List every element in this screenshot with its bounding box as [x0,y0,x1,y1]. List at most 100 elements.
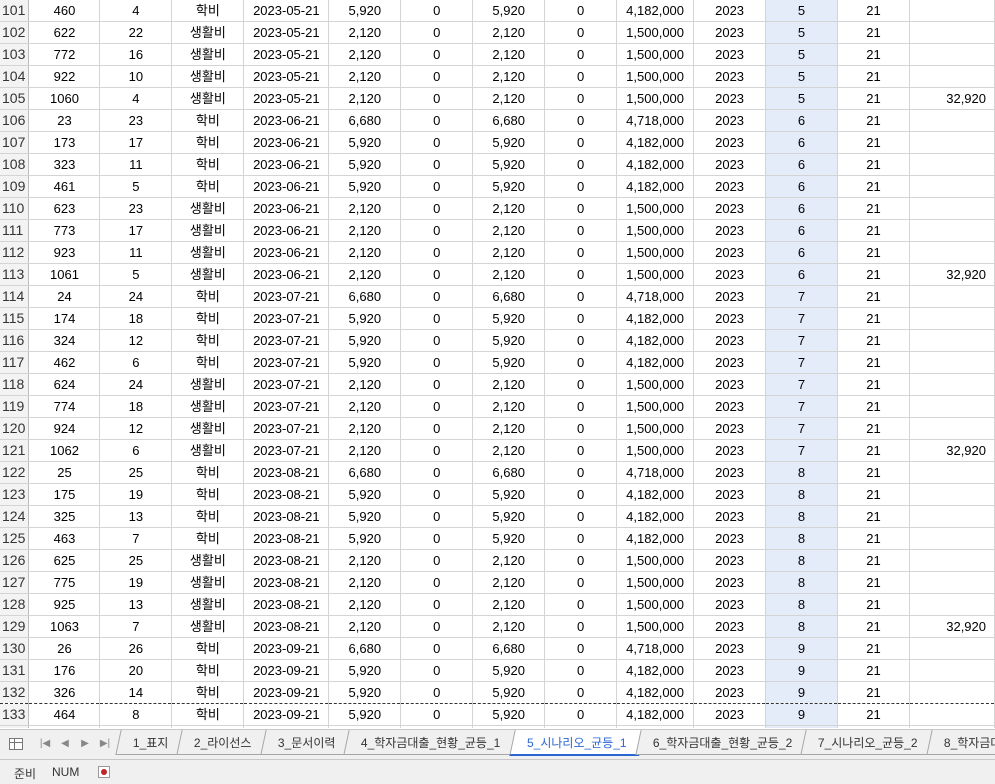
cell[interactable] [909,461,995,484]
cell[interactable] [837,725,910,728]
cell[interactable]: 학비 [171,131,245,154]
row-header[interactable]: 118 [0,373,30,396]
cell[interactable] [909,681,995,704]
cell[interactable]: 학비 [171,351,245,374]
cell[interactable]: 0 [400,593,474,616]
cell[interactable]: 2023 [693,461,767,484]
cell[interactable]: 326 [28,681,101,704]
cell[interactable]: 0 [400,395,474,418]
cell[interactable]: 0 [544,0,618,22]
cell[interactable]: 5,920 [328,175,402,198]
cell[interactable]: 2023 [693,417,767,440]
cell[interactable]: 2023-09-21 [243,659,330,682]
cell[interactable]: 8 [765,483,838,506]
sheet-tab[interactable]: 8_학자금대출_ [925,730,995,755]
cell[interactable]: 5,920 [328,659,402,682]
cell[interactable]: 1061 [28,263,101,286]
cell[interactable]: 9 [765,703,838,726]
cell[interactable]: 7 [765,285,838,308]
cell[interactable]: 2023 [693,703,767,726]
row-header[interactable]: 115 [0,307,30,330]
cell[interactable]: 2023-05-21 [243,43,330,66]
cell[interactable]: 1,500,000 [616,87,695,110]
cell[interactable]: 7 [765,307,838,330]
cell[interactable]: 4,182,000 [616,131,695,154]
cell[interactable]: 6,680 [328,109,402,132]
cell[interactable] [909,703,995,726]
cell[interactable]: 2023 [693,615,767,638]
cell[interactable]: 0 [400,263,474,286]
cell[interactable] [909,505,995,528]
cell[interactable]: 6,680 [328,285,402,308]
row-header[interactable]: 121 [0,439,30,462]
cell[interactable]: 2023-07-21 [243,285,330,308]
cell[interactable]: 0 [544,483,618,506]
cell[interactable]: 5,920 [328,703,402,726]
row-header[interactable]: 126 [0,549,30,572]
cell[interactable]: 2023 [693,549,767,572]
cell[interactable]: 0 [400,285,474,308]
cell[interactable]: 16 [99,43,173,66]
cell[interactable]: 623 [28,197,101,220]
cell[interactable]: 21 [837,593,910,616]
cell[interactable]: 12 [99,329,173,352]
cell[interactable] [909,197,995,220]
cell[interactable]: 21 [837,637,910,660]
sheet-tab[interactable]: 5_시나리오_균등_1 [509,730,645,756]
cell[interactable]: 생활비 [171,87,245,110]
cell[interactable]: 21 [837,87,910,110]
cell[interactable]: 2023 [693,87,767,110]
cell[interactable]: 0 [400,351,474,374]
cell[interactable]: 922 [28,65,101,88]
row-header[interactable]: 125 [0,527,30,550]
cell[interactable]: 5 [765,43,838,66]
cell[interactable]: 2023-06-21 [243,197,330,220]
cell[interactable]: 2,120 [472,43,546,66]
cell[interactable]: 925 [28,593,101,616]
cell[interactable]: 0 [400,703,474,726]
cell[interactable]: 21 [837,131,910,154]
cell[interactable] [28,725,101,728]
cell[interactable] [909,637,995,660]
row-header[interactable]: 128 [0,593,30,616]
cell[interactable]: 21 [837,65,910,88]
cell[interactable]: 5,920 [472,307,546,330]
cell[interactable]: 463 [28,527,101,550]
cell[interactable]: 0 [544,373,618,396]
cell[interactable]: 2023 [693,439,767,462]
cell[interactable]: 0 [544,571,618,594]
cell[interactable]: 6 [99,439,173,462]
cell[interactable]: 5,920 [328,307,402,330]
cell[interactable]: 25 [99,549,173,572]
row-header[interactable]: 124 [0,505,30,528]
cell[interactable]: 6,680 [328,637,402,660]
cell[interactable]: 2023 [693,527,767,550]
cell[interactable]: 2023-05-21 [243,21,330,44]
cell[interactable]: 0 [544,593,618,616]
cell[interactable]: 21 [837,307,910,330]
cell[interactable]: 25 [99,461,173,484]
cell[interactable]: 20 [99,659,173,682]
cell[interactable]: 8 [765,461,838,484]
cell[interactable]: 2,120 [472,21,546,44]
cell[interactable] [243,725,330,728]
cell[interactable]: 0 [544,549,618,572]
cell[interactable]: 2,120 [472,87,546,110]
cell[interactable]: 4 [99,0,173,22]
cell[interactable]: 6,680 [472,285,546,308]
cell[interactable]: 생활비 [171,615,245,638]
cell[interactable]: 9 [765,681,838,704]
cell[interactable]: 생활비 [171,43,245,66]
cell[interactable]: 21 [837,219,910,242]
cell[interactable]: 2,120 [472,197,546,220]
cell[interactable] [909,153,995,176]
cell[interactable]: 0 [400,43,474,66]
row-header[interactable]: 109 [0,175,30,198]
cell[interactable] [909,307,995,330]
cell[interactable]: 7 [765,417,838,440]
cell[interactable] [909,43,995,66]
cell[interactable] [909,109,995,132]
cell[interactable]: 0 [544,21,618,44]
cell[interactable]: 21 [837,615,910,638]
cell[interactable]: 19 [99,571,173,594]
